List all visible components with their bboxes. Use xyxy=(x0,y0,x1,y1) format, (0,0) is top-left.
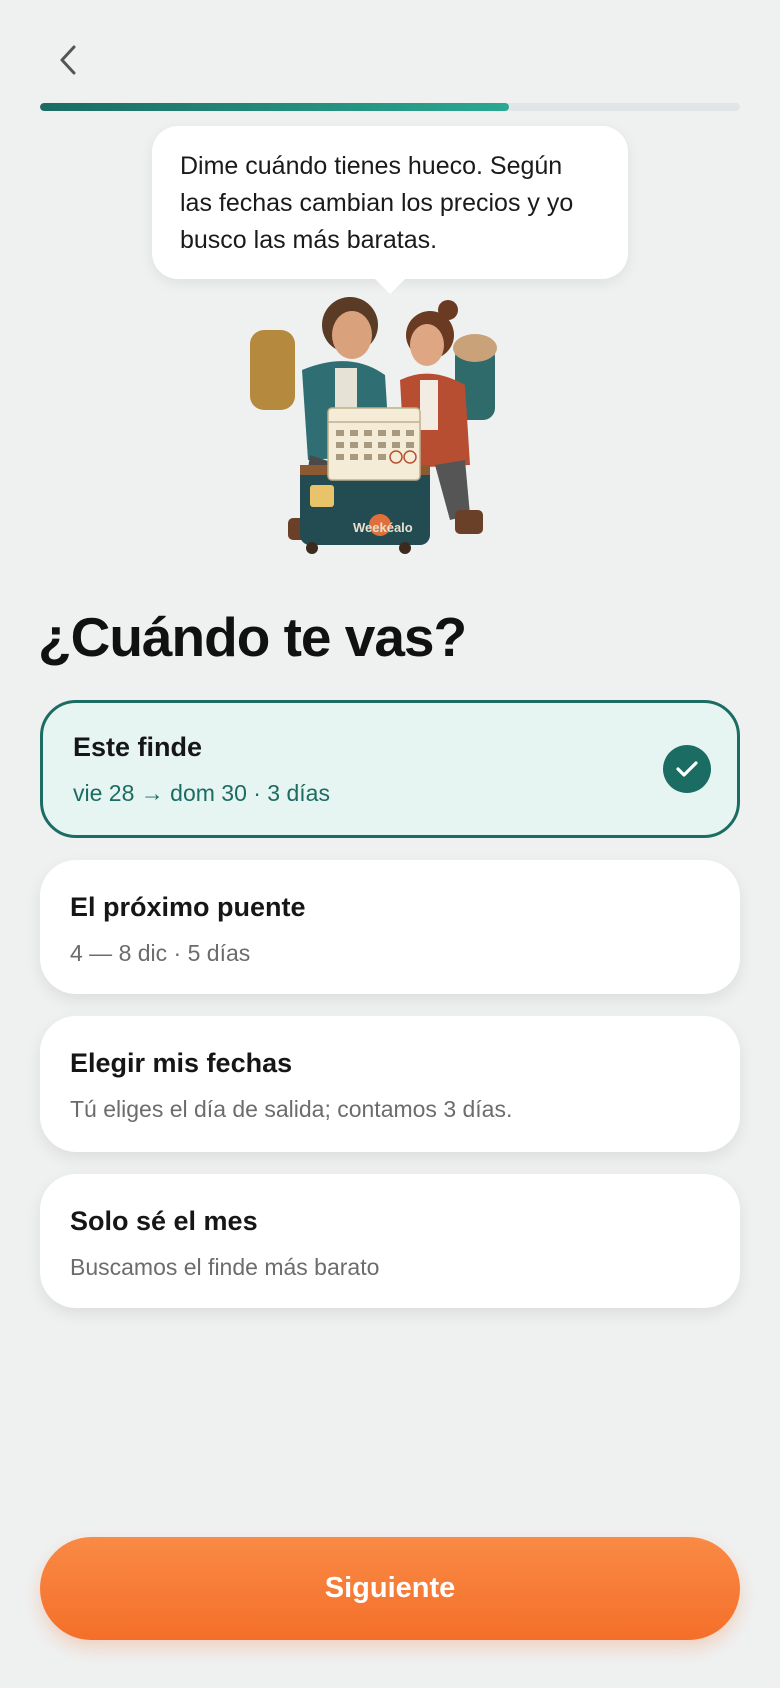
chevron-left-icon xyxy=(60,45,76,75)
option-title: Elegir mis fechas xyxy=(70,1048,293,1078)
option-solo-mes[interactable]: Solo sé el mes Buscamos el finde más bar… xyxy=(40,1174,740,1308)
option-proximo-puente[interactable]: El próximo puente 4 — 8 dic · 5 días xyxy=(40,860,740,994)
back-button[interactable] xyxy=(48,40,88,80)
progress-fill xyxy=(40,103,509,111)
option-este-finde[interactable]: Este finde vie 28 → dom 30 · 3 días xyxy=(40,700,740,838)
option-subtitle: Buscamos el finde más barato xyxy=(70,1254,380,1280)
progress-bar xyxy=(40,103,740,111)
option-title: Este finde xyxy=(73,732,203,762)
option-title: Solo sé el mes xyxy=(70,1206,258,1236)
option-elegir-fechas[interactable]: Elegir mis fechas Tú eliges el día de sa… xyxy=(40,1016,740,1152)
option-title: El próximo puente xyxy=(70,892,306,922)
option-subtitle: 4 — 8 dic · 5 días xyxy=(70,940,251,966)
page-title: ¿Cuándo te vas? xyxy=(38,606,467,668)
bubble-text: Dime cuándo tienes hueco. Según las fech… xyxy=(180,152,574,254)
check-icon xyxy=(676,761,698,777)
suitcase-brand-label: Weekéalo xyxy=(353,520,413,535)
option-subtitle: Tú eliges el día de salida; contamos 3 d… xyxy=(70,1096,513,1122)
selected-check-badge xyxy=(663,745,711,793)
assistant-speech-bubble: Dime cuándo tienes hueco. Según las fech… xyxy=(152,126,628,279)
travelers-illustration: Weekéalo xyxy=(250,297,497,554)
next-button[interactable]: Siguiente xyxy=(40,1537,740,1640)
option-subtitle: vie 28 → dom 30 · 3 días xyxy=(73,780,330,806)
